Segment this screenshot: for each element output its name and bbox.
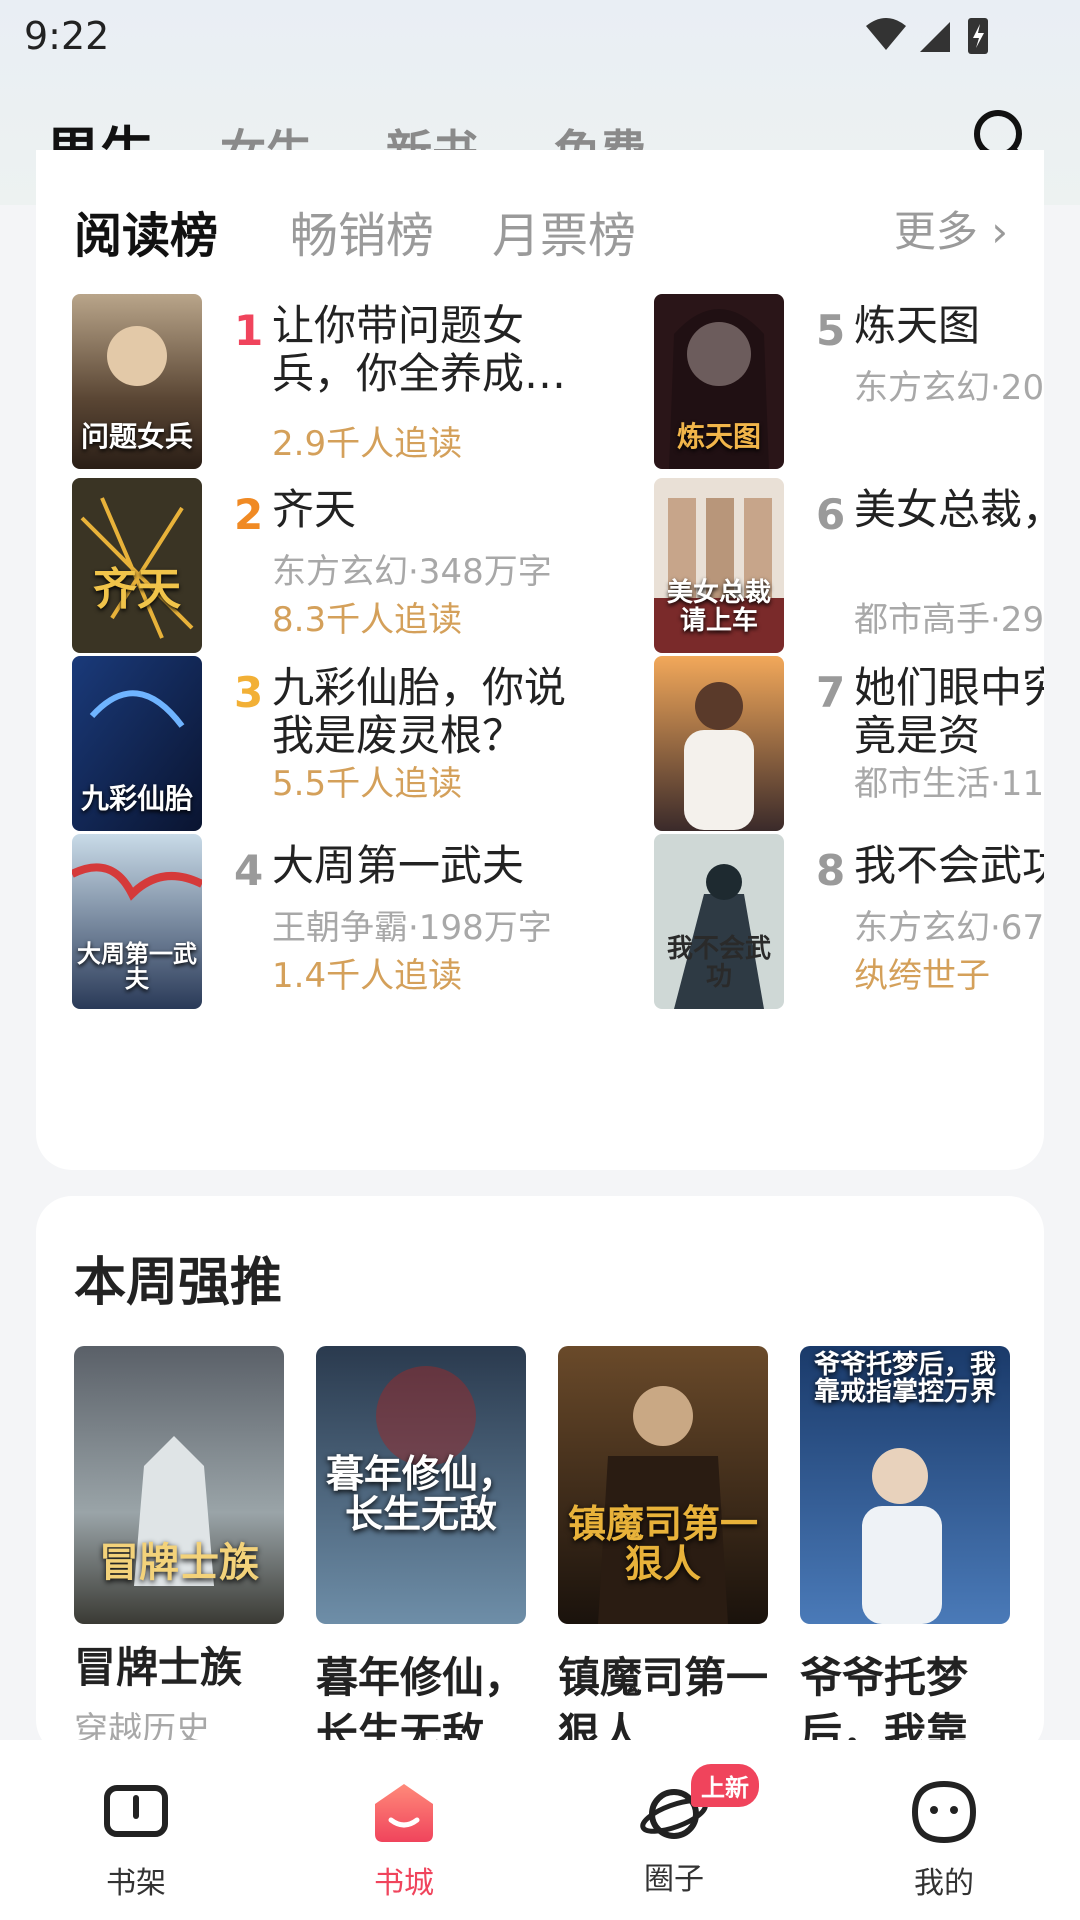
status-icons [866, 18, 988, 54]
tab-reading-rank-label: 阅读榜 [74, 208, 219, 264]
cover-title: 爷爷托梦后，我靠戒指掌控万界 [813, 1350, 996, 1408]
book-meta: 都市生活·11 [854, 764, 1044, 804]
weekly-book-3[interactable]: 镇魔司第一狠人 镇魔司第一狠人 [558, 1346, 768, 1740]
book-cover: 炼天图 [654, 294, 784, 469]
nav-label: 书架 [106, 1866, 166, 1901]
cover-title: 美女总裁请上车 [666, 578, 771, 636]
chevron-right-icon: › [991, 207, 1008, 256]
book-title: 炼天图 [854, 301, 981, 350]
tab-bestseller-rank[interactable]: 畅销榜 [290, 196, 434, 266]
bookshelf-icon [104, 1785, 168, 1837]
rank-number: 7 [816, 668, 846, 717]
rank-number: 1 [234, 306, 264, 355]
book-title: 暮年修仙，长生无敌 [316, 1653, 527, 1740]
book-cover: 齐天 [72, 478, 202, 653]
weekly-book-4[interactable]: 爷爷托梦后，我靠戒指掌控万界 爷爷托梦后，我靠 [800, 1346, 1010, 1740]
book-cover: 镇魔司第一狠人 [558, 1346, 768, 1624]
book-cover: 九彩仙胎 [72, 656, 202, 831]
rank-number: 5 [816, 306, 846, 355]
rank-number: 8 [816, 846, 846, 895]
status-bar: 9:22 [0, 0, 1080, 74]
bookstore-icon [375, 1784, 433, 1842]
book-title: 我不会武功 [854, 841, 1044, 890]
cover-title: 镇魔司第一狠人 [567, 1501, 758, 1587]
book-cover [654, 656, 784, 831]
ranking-item-2[interactable]: 齐天 2 齐天 东方玄幻·348万字 8.3千人追读 [72, 478, 632, 658]
follow-count: 5.5千人追读 [272, 764, 463, 804]
nav-circle[interactable]: 上新 圈子 [594, 1764, 759, 1898]
book-title: 美女总裁，车 [854, 485, 1044, 534]
nav-circle-icon-wrap: 上新 [639, 1764, 759, 1844]
cover-title: 九彩仙胎 [80, 781, 193, 815]
book-cover: 大周第一武夫 [72, 834, 202, 1009]
profile-face-icon [911, 1780, 977, 1844]
more-link[interactable]: 更多 › [894, 198, 1008, 259]
ranking-item-6[interactable]: 美女总裁请上车 6 美女总裁，车 都市高手·29 [654, 478, 1044, 658]
cover-title: 我不会武功 [666, 934, 771, 992]
ranking-list: 问题女兵 1 让你带问题女兵，你全养成… 2.9千人追读 齐天 2 齐天 东方玄… [36, 270, 1044, 1150]
book-cover: 问题女兵 [72, 294, 202, 469]
nav-label: 圈子 [644, 1862, 704, 1897]
book-meta: 东方玄幻·67 [854, 908, 1044, 948]
follow-count: 8.3千人追读 [272, 600, 463, 640]
nav-label: 我的 [914, 1866, 974, 1901]
rank-number: 2 [234, 490, 264, 539]
nav-bookshelf[interactable]: 书架 [56, 1780, 216, 1902]
weekly-book-1[interactable]: 冒牌士族 冒牌士族 穿越历史 [74, 1346, 284, 1740]
ranking-tabs: 阅读榜 畅销榜 月票榜 更多 › [36, 196, 1044, 266]
ranking-item-3[interactable]: 九彩仙胎 3 九彩仙胎，你说我是废灵根？ 5.5千人追读 [72, 656, 632, 836]
cover-title: 齐天 [93, 563, 181, 615]
signal-icon [920, 22, 950, 52]
ranking-item-7[interactable]: 7 她们眼中穷草，竟是资 都市生活·11 [654, 656, 1044, 836]
book-category: 穿越历史 [74, 1710, 210, 1740]
cover-title: 炼天图 [676, 419, 761, 453]
cover-title: 暮年修仙，长生无敌 [325, 1451, 516, 1537]
book-title: 镇魔司第一狠人 [558, 1653, 769, 1740]
follow-count: 2.9千人追读 [272, 424, 463, 464]
book-cover: 冒牌士族 [74, 1346, 284, 1624]
bottom-nav: 书架 书城 上新 圈子 我的 [0, 1740, 1080, 1920]
rank-number: 4 [234, 846, 264, 895]
book-meta: 王朝争霸·198万字 [272, 908, 552, 948]
book-title: 冒牌士族 [74, 1643, 243, 1692]
book-meta: 东方玄幻·348万字 [272, 552, 552, 592]
ranking-item-4[interactable]: 大周第一武夫 4 大周第一武夫 王朝争霸·198万字 1.4千人追读 [72, 834, 632, 1014]
follow-count: 纨绔世子 [854, 956, 990, 996]
book-title: 让你带问题女兵，你全养成… [272, 301, 567, 398]
weekly-list: 冒牌士族 冒牌士族 穿越历史 暮年修仙，长生无敌 暮年修仙，长生无敌 镇魔司第一… [36, 1340, 1044, 1740]
nav-profile[interactable]: 我的 [864, 1780, 1024, 1902]
cover-title: 冒牌士族 [99, 1539, 259, 1586]
ranking-item-5[interactable]: 炼天图 5 炼天图 东方玄幻·20 [654, 294, 1044, 474]
more-label: 更多 [893, 207, 978, 256]
weekly-book-2[interactable]: 暮年修仙，长生无敌 暮年修仙，长生无敌 [316, 1346, 526, 1740]
weekly-title: 本周强推 [74, 1253, 283, 1313]
nav-bookstore[interactable]: 书城 [324, 1780, 484, 1902]
new-badge: 上新 [691, 1764, 759, 1807]
book-cover: 我不会武功 [654, 834, 784, 1009]
book-title: 齐天 [272, 485, 357, 534]
book-cover: 美女总裁请上车 [654, 478, 784, 653]
book-title: 大周第一武夫 [272, 841, 525, 890]
book-cover: 暮年修仙，长生无敌 [316, 1346, 526, 1624]
rank-number: 6 [816, 490, 846, 539]
cover-title: 问题女兵 [80, 419, 193, 453]
tab-monthly-ticket-rank[interactable]: 月票榜 [492, 196, 636, 266]
tab-reading-rank[interactable]: 阅读榜 [74, 196, 234, 266]
nav-label: 书城 [374, 1866, 434, 1901]
book-title: 九彩仙胎，你说我是废灵根？ [272, 663, 567, 760]
wifi-icon [866, 18, 906, 50]
ranking-item-8[interactable]: 我不会武功 8 我不会武功 东方玄幻·67 纨绔世子 [654, 834, 1044, 1014]
ranking-item-1[interactable]: 问题女兵 1 让你带问题女兵，你全养成… 2.9千人追读 [72, 294, 632, 474]
book-cover: 爷爷托梦后，我靠戒指掌控万界 [800, 1346, 1010, 1624]
follow-count: 1.4千人追读 [272, 956, 463, 996]
book-meta: 都市高手·29 [854, 600, 1044, 640]
book-meta: 东方玄幻·20 [854, 368, 1044, 408]
book-title: 她们眼中穷草，竟是资 [854, 663, 1044, 760]
cover-title: 大周第一武夫 [77, 938, 197, 993]
rank-number: 3 [234, 668, 264, 717]
book-title: 爷爷托梦后，我靠 [800, 1653, 969, 1740]
status-time: 9:22 [24, 14, 110, 58]
